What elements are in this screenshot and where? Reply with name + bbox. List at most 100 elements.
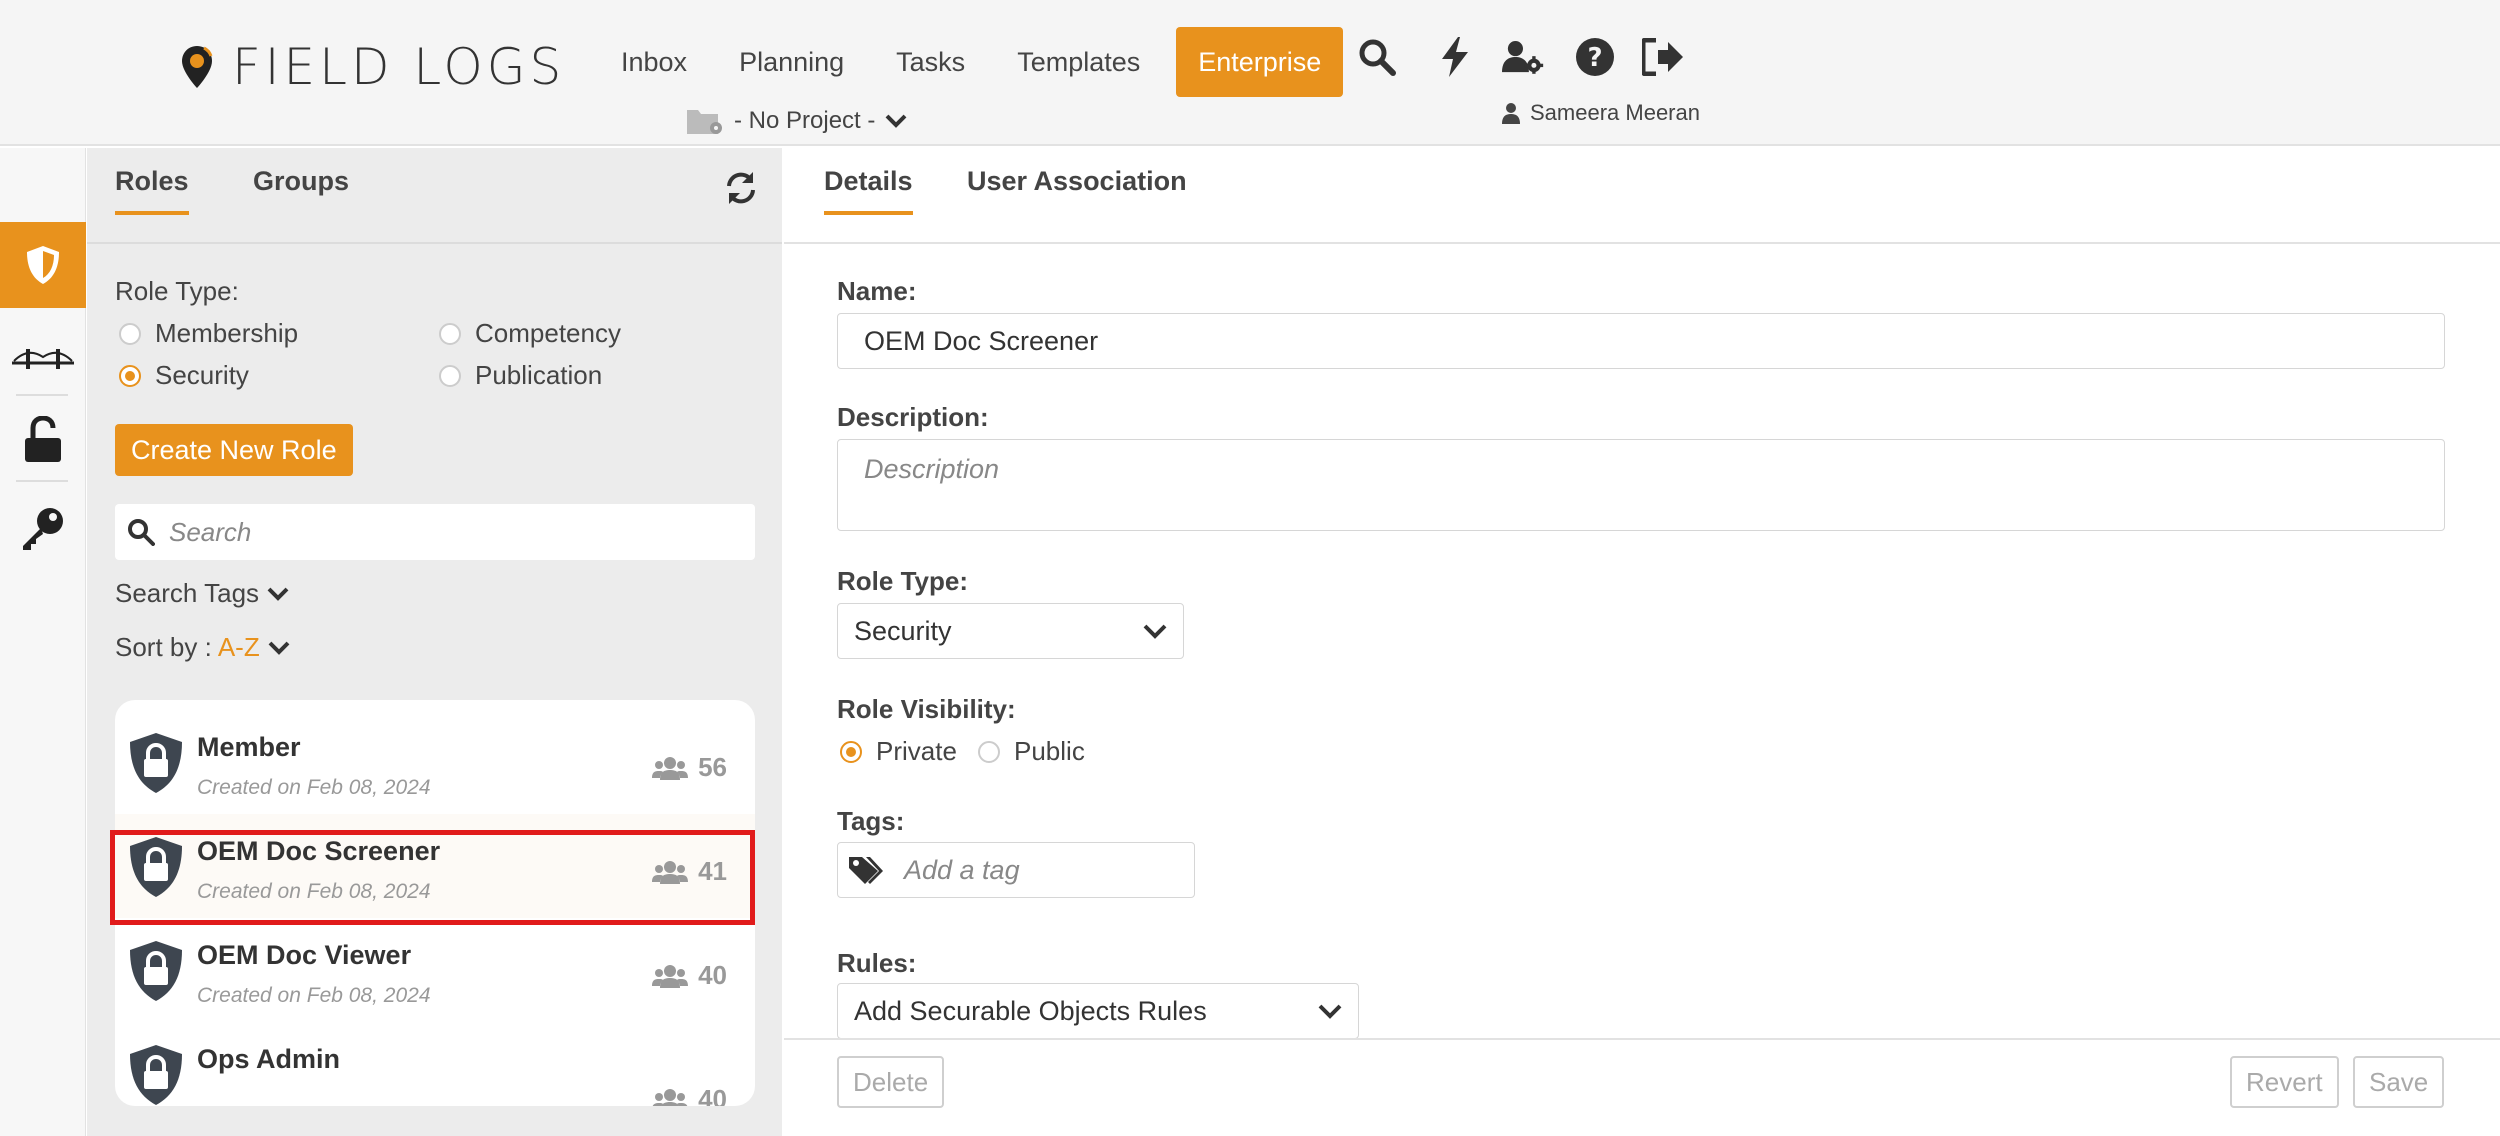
role-visibility-label: Role Visibility:	[837, 694, 1016, 724]
role-type-value: Security	[854, 616, 952, 646]
chevron-down-icon	[885, 114, 907, 128]
visibility-public[interactable]: Public	[978, 736, 1085, 767]
selection-highlight	[110, 830, 755, 925]
rail-security-item[interactable]	[0, 222, 86, 308]
delete-button[interactable]: Delete	[837, 1056, 945, 1108]
role-member-count: 56	[652, 752, 727, 783]
description-label: Description:	[837, 402, 989, 432]
description-field[interactable]: Description	[837, 439, 2445, 531]
chevron-down-icon	[1318, 1004, 1342, 1019]
radio-button-checked[interactable]	[119, 364, 141, 387]
top-bar: FIELD LOGS Inbox Planning Tasks Template…	[0, 0, 2500, 146]
project-selector[interactable]: - No Project -	[686, 106, 907, 136]
search-icon	[128, 519, 155, 546]
users-icon	[652, 964, 689, 988]
key-icon	[23, 508, 63, 550]
logout-icon[interactable]	[1642, 36, 1684, 78]
tab-groups[interactable]: Groups	[253, 166, 349, 211]
role-name: OEM Doc Viewer	[197, 940, 412, 970]
role-type-security[interactable]: Security	[119, 360, 249, 391]
rules-select[interactable]: Add Securable Objects Rules	[837, 983, 1359, 1039]
tab-details[interactable]: Details	[824, 166, 913, 215]
help-icon[interactable]: ?	[1574, 36, 1616, 78]
radio-button[interactable]	[439, 322, 461, 345]
nav-planning[interactable]: Planning	[713, 27, 870, 97]
main-nav: Inbox Planning Tasks Templates Enterpris…	[595, 27, 1344, 97]
details-tabs: Details User Association	[784, 148, 2500, 244]
current-user: Sameera Meeran	[1502, 100, 1700, 126]
users-icon	[652, 1088, 688, 1106]
tab-roles[interactable]: Roles	[115, 166, 189, 215]
role-type-select[interactable]: Security	[837, 603, 1184, 659]
role-type-publication[interactable]: Publication	[439, 360, 602, 391]
role-type-membership[interactable]: Membership	[119, 318, 298, 349]
shield-lock-icon	[130, 941, 182, 1001]
lightning-icon[interactable]	[1434, 36, 1476, 78]
brand-name: FIELD LOGS	[232, 38, 566, 96]
save-button[interactable]: Save	[2353, 1056, 2445, 1108]
chevron-down-icon	[1143, 624, 1167, 639]
radio-label: Security	[155, 360, 249, 390]
roles-panel: Roles Groups Role Type: Membership Compe…	[87, 148, 782, 1136]
radio-button[interactable]	[978, 740, 1000, 763]
search-tags-dropdown[interactable]: Search Tags	[115, 578, 289, 609]
radio-button[interactable]	[119, 322, 141, 345]
role-search[interactable]	[115, 504, 755, 560]
shield-icon	[27, 246, 59, 284]
tab-user-association[interactable]: User Association	[967, 166, 1187, 211]
role-type-filter-label: Role Type:	[115, 276, 239, 306]
revert-button[interactable]: Revert	[2230, 1056, 2339, 1108]
nav-inbox[interactable]: Inbox	[595, 27, 713, 97]
rules-label: Rules:	[837, 948, 917, 978]
rail-bridge-item[interactable]	[0, 328, 86, 388]
radio-label: Private	[876, 736, 957, 766]
name-label: Name:	[837, 276, 917, 306]
project-label: - No Project -	[734, 107, 876, 134]
refresh-icon[interactable]	[723, 170, 759, 206]
sort-dropdown[interactable]: Sort by : A-Z	[115, 632, 290, 663]
users-icon	[652, 756, 689, 780]
create-new-role-button[interactable]: Create New Role	[115, 424, 353, 476]
nav-templates[interactable]: Templates	[991, 27, 1166, 97]
tag-placeholder: Add a tag	[904, 854, 1020, 885]
role-type-competency[interactable]: Competency	[439, 318, 621, 349]
member-count-value: 56	[698, 752, 727, 782]
roles-tabs: Roles Groups	[87, 148, 782, 244]
member-count-value: 40	[698, 960, 727, 990]
radio-button[interactable]	[439, 364, 461, 387]
rail-unlock-item[interactable]	[0, 410, 86, 470]
role-details-panel: Details User Association Name: OEM Doc S…	[784, 148, 2500, 1136]
shield-lock-icon	[130, 1045, 182, 1105]
radio-label: Publication	[475, 360, 603, 390]
chevron-down-icon	[267, 587, 289, 601]
role-name: Member	[197, 732, 301, 762]
rail-key-item[interactable]	[0, 498, 86, 558]
user-name: Sameera Meeran	[1530, 100, 1700, 125]
search-icon[interactable]	[1356, 36, 1398, 78]
role-created-date: Created on Feb 08, 2024	[197, 984, 431, 1007]
bridge-icon	[12, 349, 74, 369]
tags-label: Tags:	[837, 806, 905, 836]
user-icon	[1502, 103, 1520, 124]
nav-enterprise[interactable]: Enterprise	[1176, 27, 1344, 97]
role-created-date: Created on Feb 08, 2024	[197, 776, 431, 799]
unlock-icon	[25, 416, 61, 462]
shield-lock-icon	[130, 733, 182, 793]
form-footer: Delete Revert Save	[784, 1038, 2500, 1136]
tag-input[interactable]: Add a tag	[837, 842, 1195, 898]
role-list-item[interactable]: Ops Admin 40	[115, 1022, 755, 1106]
role-member-count: 40	[652, 960, 727, 991]
brand-logo[interactable]: FIELD LOGS	[180, 38, 565, 96]
nav-tasks[interactable]: Tasks	[870, 27, 991, 97]
radio-button-checked[interactable]	[840, 740, 862, 763]
role-type-label: Role Type:	[837, 566, 968, 596]
role-list-item[interactable]: OEM Doc Viewer Created on Feb 08, 2024 4…	[115, 918, 755, 1022]
visibility-private[interactable]: Private	[840, 736, 957, 767]
search-tags-label: Search Tags	[115, 578, 260, 608]
role-list-item[interactable]: Member Created on Feb 08, 2024 56	[115, 710, 755, 814]
folder-settings-icon	[687, 110, 722, 134]
name-field[interactable]: OEM Doc Screener	[837, 313, 2445, 369]
rail-divider	[16, 394, 68, 396]
search-input[interactable]	[169, 516, 729, 548]
user-settings-icon[interactable]	[1502, 36, 1544, 78]
